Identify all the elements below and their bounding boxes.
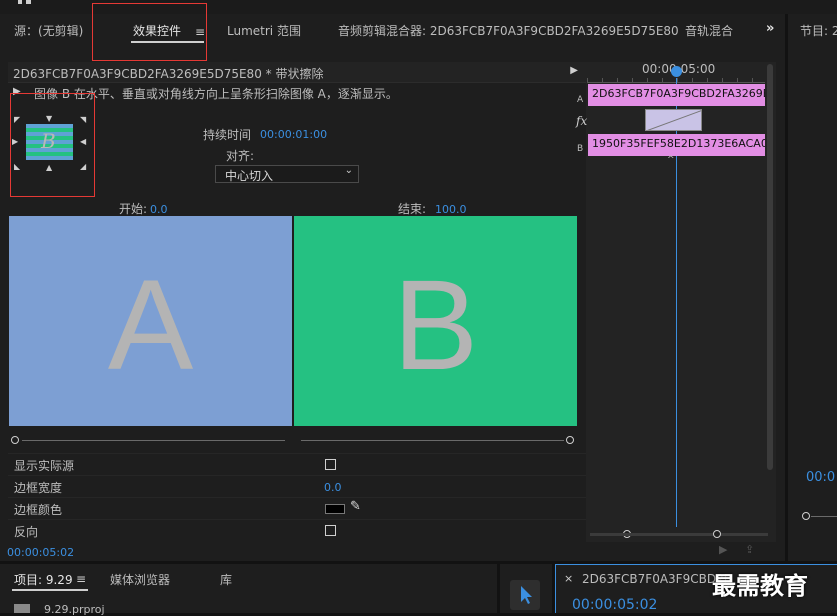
preview-a: A — [9, 216, 292, 426]
reverse-checkbox[interactable] — [325, 525, 336, 536]
clip-a-name: 2D63FCB7F0A3F9CBD2FA3269E5D75E80 — [592, 87, 765, 100]
clip-a[interactable]: 2D63FCB7F0A3F9CBD2FA3269E5D75E80 — [588, 84, 765, 106]
tab-audio-clip-mixer[interactable]: 音频剪辑混合器: 2D63FCB7F0A3F9CBD2FA3269E5D75E8… — [338, 22, 679, 39]
selection-tool-button[interactable] — [510, 580, 540, 610]
start-label: 开始: — [119, 202, 148, 216]
border-width-row: 边框宽度 0.0 — [8, 475, 586, 498]
edge-arrow-w-icon[interactable]: ▶ — [12, 137, 18, 146]
transition-clip[interactable] — [645, 109, 702, 131]
align-label: 对齐: — [226, 149, 255, 163]
tab-project[interactable]: 项目: 9.29 — [14, 571, 73, 588]
project-menu-icon[interactable]: ≡ — [76, 572, 86, 586]
tab-effect-controls[interactable]: 效果控件 — [133, 22, 181, 39]
duration-label: 持续时间 — [203, 128, 252, 142]
align-dropdown[interactable]: 中心切入 ⌄ — [215, 165, 359, 183]
clip-b-name: 1950F35FEF58E2D1373E6ACA0D83 — [592, 137, 765, 150]
corner-arrow-ne-icon[interactable]: ◥ — [80, 115, 86, 124]
clip-path-label: 2D63FCB7F0A3F9CBD2FA3269E5D75E80 * 带状擦除 — [13, 67, 324, 81]
track-a-label: A — [577, 95, 584, 105]
start-slider-handle[interactable] — [11, 436, 19, 444]
reverse-row: 反向 — [8, 519, 586, 542]
play-arrow-icon[interactable]: ▶ — [570, 65, 578, 76]
corner-arrow-se-icon[interactable]: ◢ — [80, 162, 86, 171]
edge-arrow-s-icon[interactable]: ▲ — [46, 163, 52, 172]
show-source-label: 显示实际源 — [14, 459, 75, 473]
tab-program[interactable]: 节目: 2 — [800, 22, 837, 39]
vertical-scrollbar[interactable] — [767, 64, 773, 470]
more-panels-icon[interactable]: » — [766, 21, 774, 36]
clip-b[interactable]: 1950F35FEF58E2D1373E6ACA0D83 — [588, 134, 765, 156]
clip-path-header: 2D63FCB7F0A3F9CBD2FA3269E5D75E80 * 带状擦除 … — [8, 62, 586, 83]
play-transition-icon[interactable]: ▶ — [13, 86, 21, 97]
track-b-label: B — [577, 144, 584, 154]
caret-up-icon: ^ — [667, 155, 675, 165]
start-value[interactable]: 0.0 — [150, 203, 168, 216]
border-color-swatch[interactable] — [325, 504, 345, 514]
footer-timecode: 00:00:05:02 — [7, 546, 75, 559]
close-icon[interactable]: × — [564, 572, 573, 585]
tab-audio-track-mixer[interactable]: 音轨混合 — [685, 22, 745, 39]
edge-arrow-e-icon[interactable]: ◀ — [80, 137, 86, 146]
folder-icon — [14, 604, 30, 613]
sequence-timecode: 00:00:05:02 — [572, 597, 658, 613]
tab-lumetri[interactable]: Lumetri 范围 — [227, 22, 301, 39]
fx-icon[interactable]: fx — [576, 114, 587, 128]
edge-arrow-n-icon[interactable]: ▼ — [46, 114, 52, 123]
watermark-logo: 最需教育 — [712, 572, 808, 600]
border-width-value[interactable]: 0.0 — [324, 481, 342, 494]
tab-source[interactable]: 源：(无剪辑) — [14, 22, 83, 39]
preview-b: B — [294, 216, 577, 426]
cursor-arrow-icon — [521, 586, 532, 604]
zoom-scroll-track[interactable] — [590, 533, 768, 536]
reverse-label: 反向 — [14, 525, 39, 539]
preview-a-letter: A — [107, 254, 194, 397]
border-width-label: 边框宽度 — [14, 481, 63, 495]
show-source-checkbox[interactable] — [325, 459, 336, 470]
start-slider-track[interactable] — [22, 440, 285, 441]
transition-thumbnail[interactable]: B — [26, 124, 73, 160]
tab-media-browser[interactable]: 媒体浏览器 — [110, 571, 170, 588]
zoom-handle-right[interactable] — [713, 530, 721, 538]
program-timecode: 00:0 — [806, 470, 836, 485]
sequence-tab-name[interactable]: 2D63FCB7F0A3F9CBD2FA3269E5D75E80 — [582, 572, 732, 586]
align-dropdown-value: 中心切入 — [225, 169, 274, 183]
border-color-row: 边框颜色 ✎ — [8, 497, 586, 520]
program-scrub-track[interactable] — [811, 516, 837, 517]
effect-description: 图像 B 在水平、垂直或对角线方向上呈条形扫除图像 A，逐渐显示。 — [34, 87, 398, 101]
playhead-handle[interactable] — [671, 66, 682, 77]
play-audio-icon[interactable]: ▶ — [719, 543, 727, 556]
transition-diagonal-icon — [647, 110, 701, 130]
end-value[interactable]: 100.0 — [435, 203, 467, 216]
program-scrub-handle[interactable] — [802, 512, 810, 520]
export-icon[interactable]: ⇪ — [745, 543, 754, 556]
border-color-label: 边框颜色 — [14, 503, 63, 517]
project-tab-underline — [12, 589, 88, 591]
app-icon — [18, 0, 22, 4]
end-label: 结束: — [398, 202, 427, 216]
corner-arrow-nw-icon[interactable]: ◤ — [14, 115, 20, 124]
corner-arrow-sw-icon[interactable]: ◣ — [14, 162, 20, 171]
end-slider-handle[interactable] — [566, 436, 574, 444]
end-slider-track[interactable] — [301, 440, 564, 441]
preview-b-letter: B — [392, 254, 479, 397]
eyedropper-icon[interactable]: ✎ — [350, 499, 361, 514]
project-file-name: 9.29.prproj — [44, 603, 105, 616]
app-icon — [26, 0, 31, 4]
duration-value[interactable]: 00:00:01:00 — [260, 128, 327, 141]
active-tab-underline — [131, 41, 204, 43]
title-strip — [0, 0, 837, 14]
tab-library[interactable]: 库 — [220, 571, 232, 588]
chevron-down-icon: ⌄ — [344, 165, 353, 176]
menu-icon[interactable]: ≡ — [195, 25, 205, 39]
show-source-row: 显示实际源 — [8, 453, 586, 476]
thumbnail-letter: B — [41, 129, 56, 153]
